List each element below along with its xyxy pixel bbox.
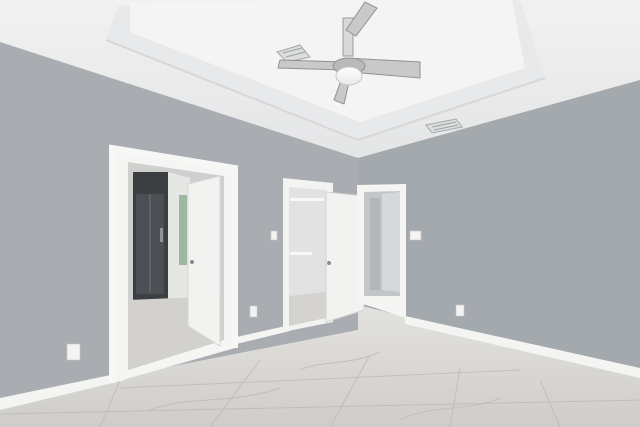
light-switch-icon[interactable]: [409, 230, 422, 241]
room-illustration: [0, 0, 640, 427]
outlet-icon: [249, 305, 258, 318]
door-handle-icon[interactable]: [327, 261, 331, 265]
outlet-icon: [66, 343, 81, 361]
fan-light: [335, 66, 363, 86]
bedroom-photo: [0, 0, 640, 427]
outlet-icon: [455, 304, 465, 317]
closet-doorway[interactable]: [283, 178, 365, 332]
bathroom-doorway[interactable]: [112, 148, 235, 383]
light-switch-icon[interactable]: [270, 230, 278, 241]
door-handle-icon[interactable]: [190, 260, 194, 264]
hallway-doorway[interactable]: [357, 184, 406, 318]
